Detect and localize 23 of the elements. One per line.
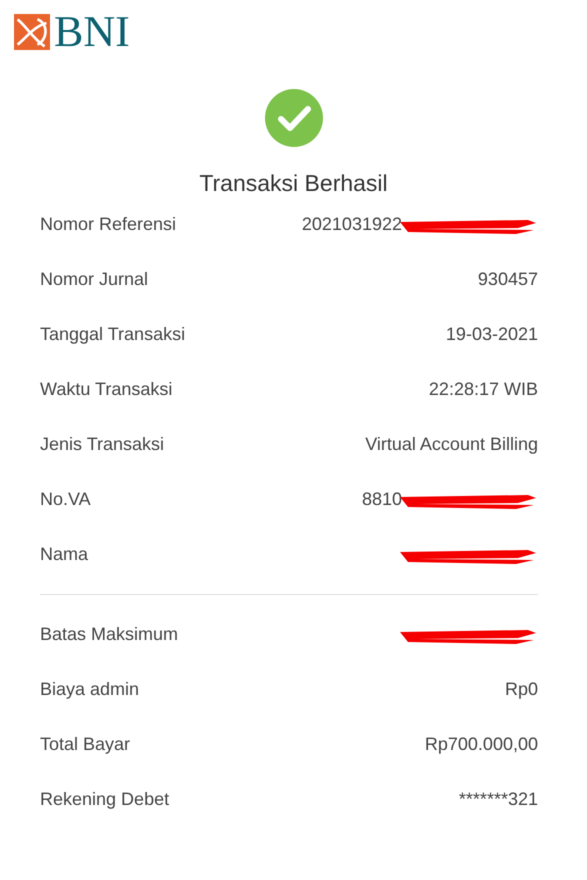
field-value: 22:28:17 WIB (428, 379, 538, 400)
field-label: No.VA (40, 489, 91, 510)
field-label: Nomor Referensi (40, 214, 176, 235)
field-label: Nomor Jurnal (40, 269, 148, 290)
field-label: Tanggal Transaksi (40, 324, 186, 345)
field-label: Waktu Transaksi (40, 379, 172, 400)
field-value: 2021031922 (302, 214, 402, 235)
field-label: Biaya admin (40, 679, 140, 700)
field-label: Nama (40, 544, 88, 565)
field-value: Rp0 (504, 679, 538, 700)
field-label: Total Bayar (40, 734, 130, 755)
field-value: Rp700.000,00 (424, 734, 538, 755)
field-value: 930457 (478, 269, 538, 290)
brand-name: BNI (54, 12, 130, 52)
field-label: Batas Maksimum (40, 624, 178, 645)
field-value: *******321 (458, 789, 538, 810)
field-value: 8810 (362, 489, 402, 510)
field-label: Rekening Debet (40, 789, 170, 810)
status-title: Transaksi Berhasil (199, 170, 388, 197)
field-value: 19-03-2021 (446, 324, 538, 345)
field-label: Jenis Transaksi (40, 434, 164, 455)
field-value: Virtual Account Billing (365, 434, 538, 455)
logo-icon (14, 14, 50, 50)
